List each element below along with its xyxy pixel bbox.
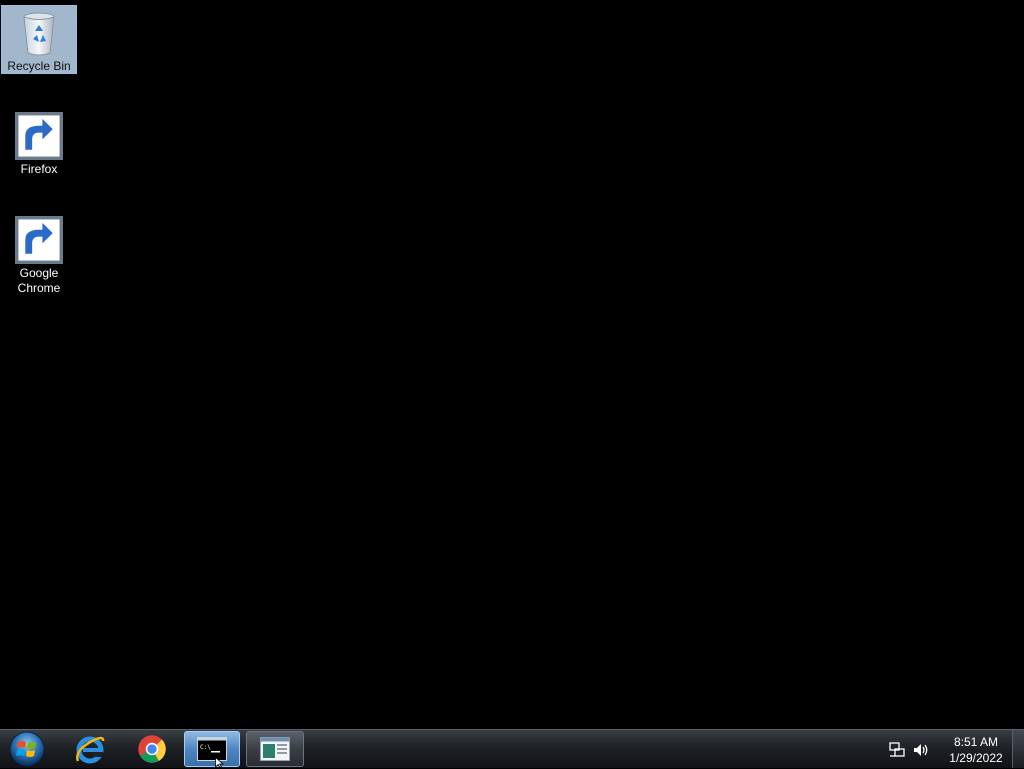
taskbar-command-prompt[interactable]: C:\ [184, 731, 240, 767]
desktop-icon-recycle-bin[interactable]: Recycle Bin [1, 5, 77, 74]
taskbar-window[interactable] [246, 731, 304, 767]
clock-time: 8:51 AM [953, 734, 999, 749]
desktop[interactable]: Recycle Bin Firefox Google Chrome [0, 0, 1024, 729]
desktop-icon-label: Firefox [20, 162, 58, 176]
ie-icon [76, 736, 105, 764]
start-button[interactable] [4, 731, 50, 767]
desktop-icon-google-chrome[interactable]: Google Chrome [1, 213, 77, 299]
desktop-icon-label: Google Chrome [17, 266, 61, 295]
clock[interactable]: 8:51 AM 1/29/2022 [940, 734, 1012, 766]
taskbar-google-chrome[interactable] [124, 731, 180, 767]
volume-icon[interactable] [912, 741, 930, 759]
windows-start-icon [9, 731, 45, 767]
firefox-icon [15, 112, 63, 160]
chrome-icon [15, 216, 63, 264]
taskbar: C:\ 8:51 AM 1/29/2022 [0, 729, 1024, 768]
desktop-icon-label: Recycle Bin [7, 59, 71, 73]
mouse-cursor-icon [215, 757, 225, 768]
clock-date: 1/29/2022 [949, 750, 1003, 765]
chrome-icon [138, 735, 166, 763]
recycle-bin-icon [15, 9, 63, 57]
taskbar-internet-explorer[interactable] [62, 731, 118, 767]
window-icon [260, 737, 290, 761]
svg-text:C:\: C:\ [200, 744, 211, 751]
show-desktop-button[interactable] [1012, 730, 1024, 768]
shortcut-arrow-icon [15, 216, 63, 264]
network-icon[interactable] [888, 741, 906, 759]
system-tray: 8:51 AM 1/29/2022 [888, 730, 1012, 769]
desktop-icon-firefox[interactable]: Firefox [1, 109, 77, 181]
shortcut-arrow-icon [15, 112, 63, 160]
